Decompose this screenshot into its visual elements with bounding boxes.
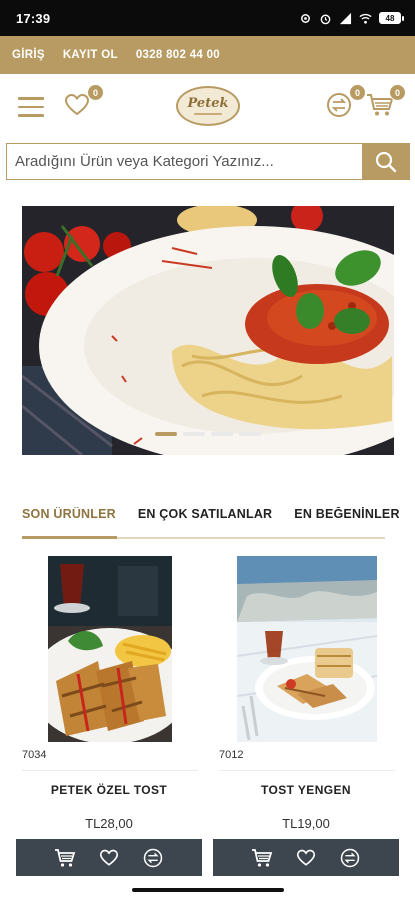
battery-level: 48 [385,13,395,23]
slider-dot[interactable] [155,432,177,436]
status-time: 17:39 [16,10,51,26]
settings-icon [301,13,310,23]
header: 0 Petek 0 0 [0,74,415,138]
add-to-wishlist-button[interactable] [98,847,120,869]
wishlist-badge: 0 [87,84,104,101]
phone-link[interactable]: 0328 802 44 00 [136,49,220,61]
cart-badge: 0 [389,84,406,101]
status-bar: 17:39 48 [0,0,415,36]
cart-icon [252,848,273,867]
add-to-wishlist-button[interactable] [295,847,317,869]
product-name[interactable]: TOST YENGEN [213,783,399,797]
add-to-compare-button[interactable] [142,847,164,869]
product-image[interactable] [237,556,377,742]
add-to-cart-button[interactable] [54,847,76,869]
heart-icon [296,849,316,866]
search-button[interactable] [362,143,410,180]
slider-dot[interactable] [211,432,233,436]
cart-icon [55,848,76,867]
compare-badge: 0 [349,84,366,101]
slider-dot[interactable] [183,432,205,436]
compare-icon [340,848,360,867]
search-icon [375,151,397,172]
product-price: TL28,00 [85,816,133,831]
slider-dots [155,432,261,436]
slider-dot[interactable] [239,432,261,436]
product-actions [16,839,202,876]
banner-slider[interactable] [22,206,394,455]
alarm-icon [320,14,331,24]
heart-icon [99,849,119,866]
search-bar [6,143,410,180]
menu-icon[interactable] [18,97,44,117]
add-to-compare-button[interactable] [339,847,361,869]
search-input[interactable] [6,143,362,180]
register-link[interactable]: KAYIT OL [63,49,118,61]
product-price: TL19,00 [282,816,330,831]
product-name[interactable]: PETEK ÖZEL TOST [16,783,202,797]
status-icons: 48 [299,12,404,25]
tab-latest-products[interactable]: SON ÜRÜNLER [22,507,116,531]
home-indicator[interactable] [132,888,284,892]
tab-best-sellers[interactable]: EN ÇOK SATILANLAR [138,507,272,531]
product-image[interactable] [48,556,172,742]
compare-icon [143,848,163,867]
product-code: 7034 [22,749,47,761]
signal-icon [339,12,352,24]
product-actions [213,839,399,876]
banner-image [22,206,394,455]
login-link[interactable]: GİRİŞ [12,49,45,61]
wishlist-button[interactable]: 0 [64,84,104,122]
battery-icon: 48 [379,12,404,24]
product-code: 7012 [219,749,244,761]
logo[interactable]: Petek [176,86,240,126]
heart-icon [64,93,90,116]
logo-text: Petek [187,96,229,111]
add-to-cart-button[interactable] [251,847,273,869]
compare-icon [327,93,351,117]
top-bar: GİRİŞ KAYIT OL 0328 802 44 00 [0,36,415,74]
tab-active-indicator [22,536,117,539]
cart-button[interactable]: 0 [366,84,406,122]
tab-most-liked[interactable]: EN BEĞENİNLER [294,507,399,531]
compare-button[interactable]: 0 [326,84,366,122]
wifi-icon [359,13,372,24]
